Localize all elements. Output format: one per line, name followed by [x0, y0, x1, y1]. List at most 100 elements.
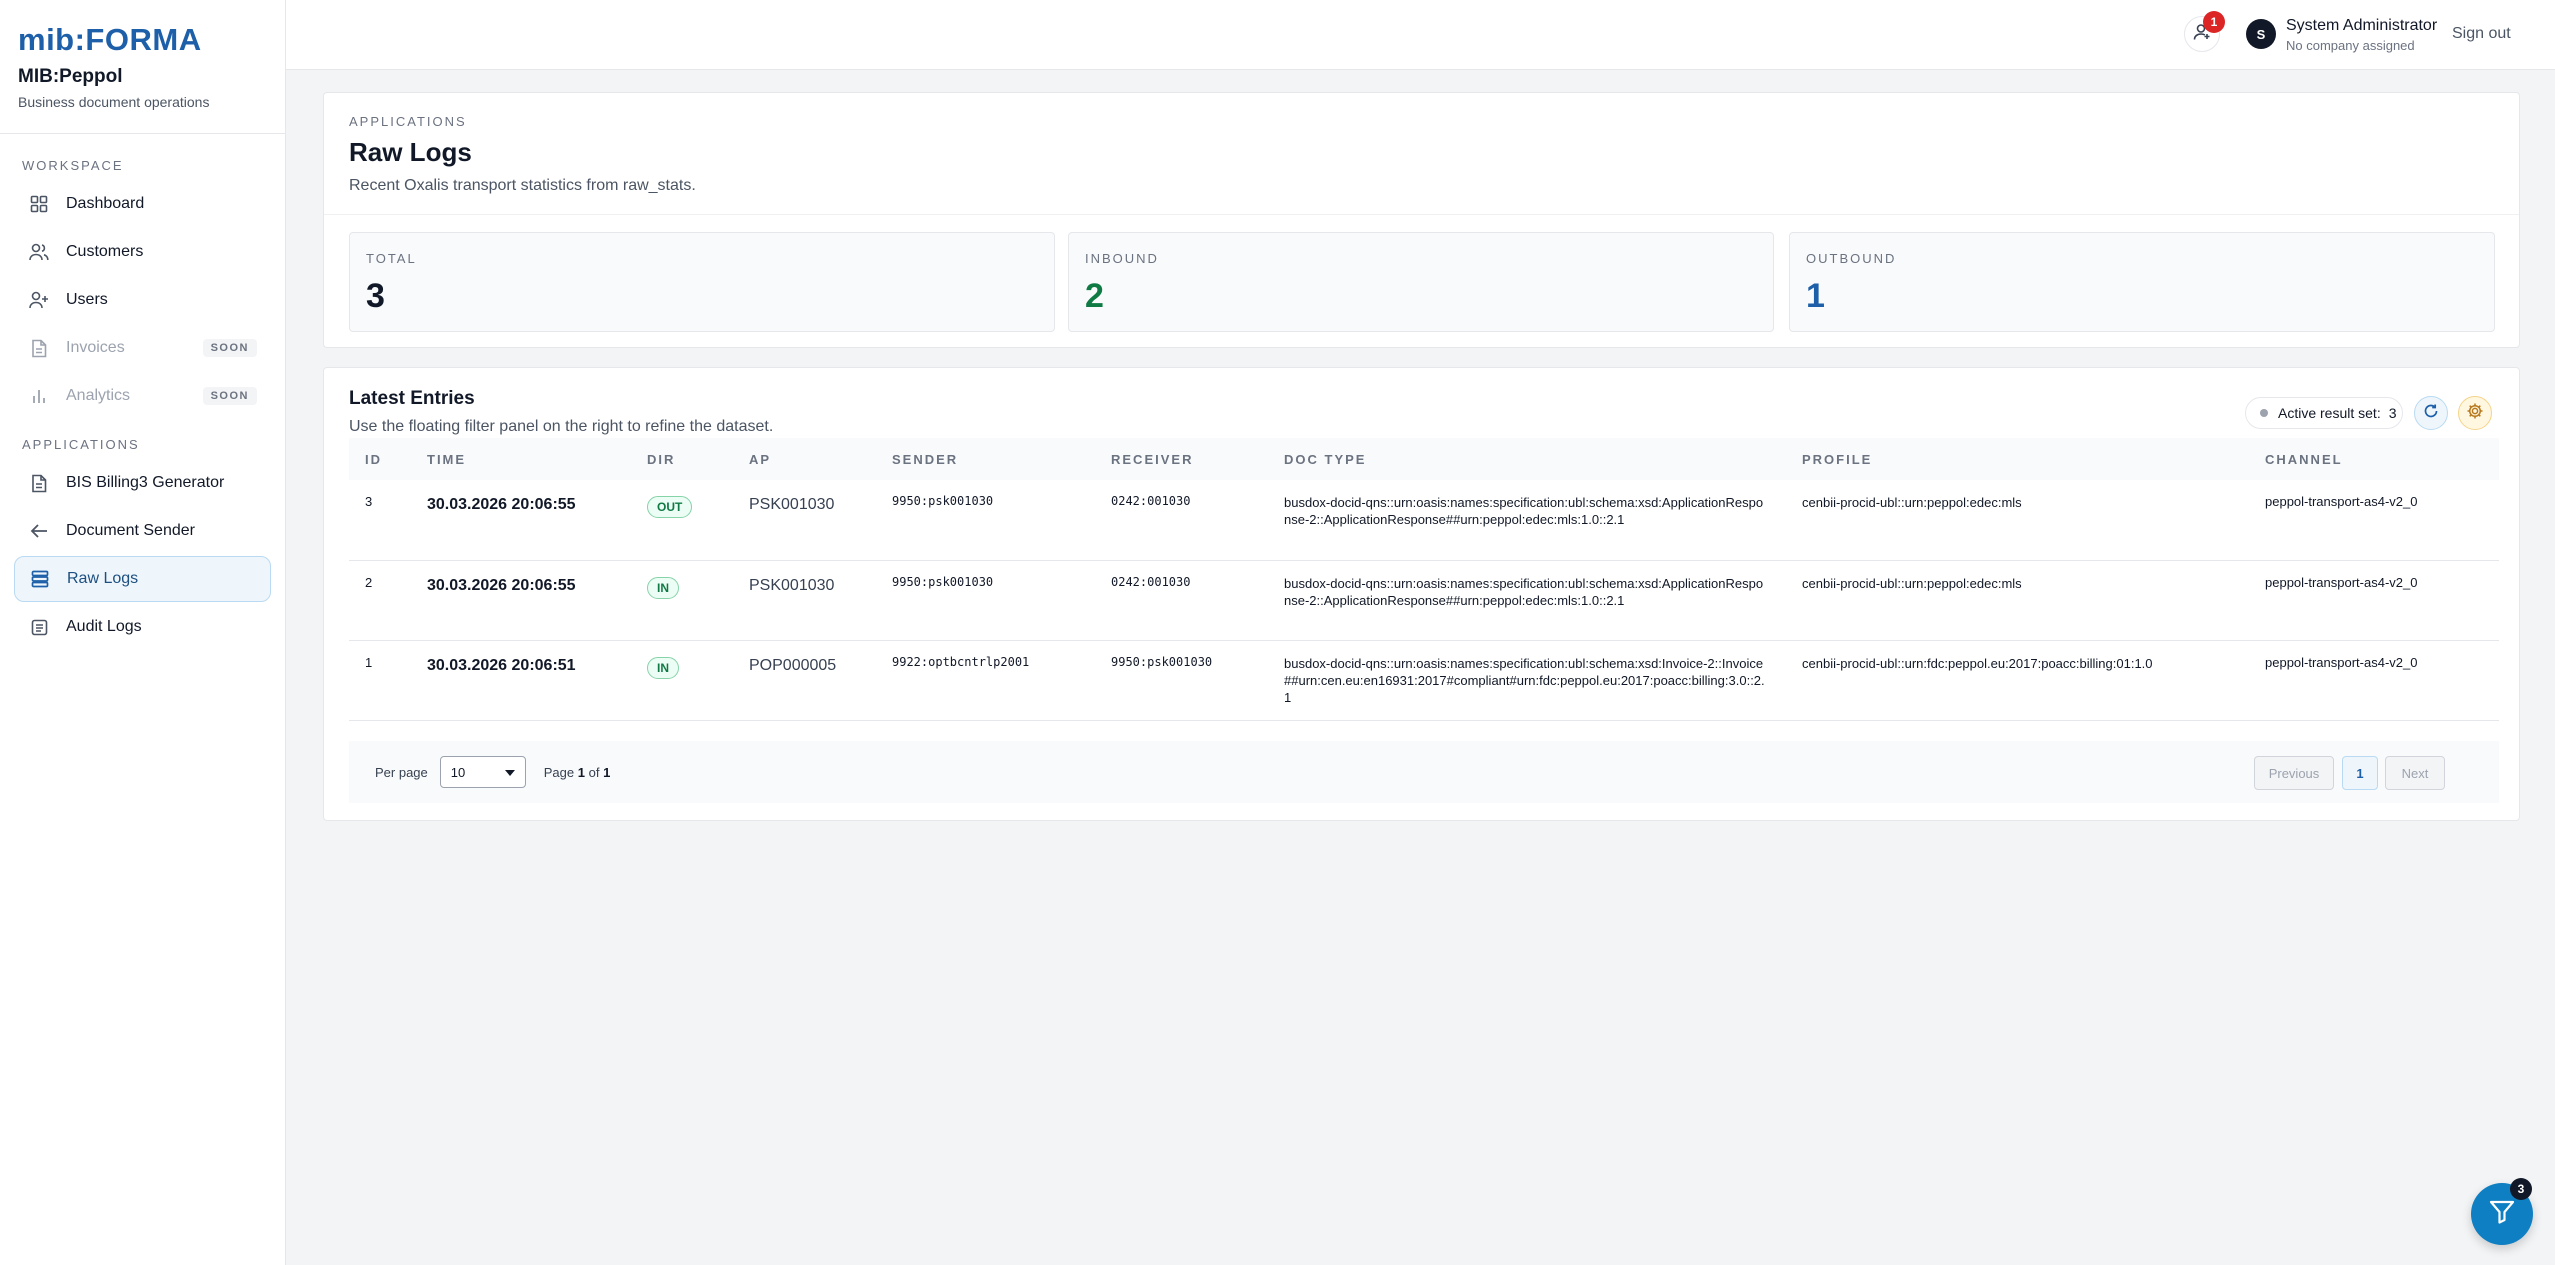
stat-outbound: OUTBOUND 1: [1789, 232, 2495, 332]
arrow-left-icon: [28, 520, 50, 542]
cell-channel: peppol-transport-as4-v2_0: [2249, 480, 2499, 561]
sidebar-item-label: Users: [66, 291, 108, 308]
summary-card: APPLICATIONS Raw Logs Recent Oxalis tran…: [323, 92, 2520, 348]
page-eyebrow: APPLICATIONS: [349, 114, 467, 129]
page-title: Raw Logs: [349, 137, 472, 167]
filter-icon: [2488, 1198, 2516, 1231]
next-page-button[interactable]: Next: [2385, 756, 2445, 790]
cell-doc-type: busdox-docid-qns::urn:oasis:names:specif…: [1268, 560, 1786, 641]
sign-out-link[interactable]: Sign out: [2452, 25, 2511, 43]
gear-icon: [2466, 402, 2484, 425]
bar-chart-icon: [28, 385, 50, 407]
cell-ap: PSK001030: [733, 480, 876, 561]
divider: [324, 214, 2519, 215]
stat-value: 2: [1085, 277, 1104, 315]
pagination-bar: Per page 10 Page 1 of 1 Previous 1 Next: [349, 741, 2499, 803]
result-count: 3: [2388, 405, 2397, 421]
section-title: Latest Entries: [349, 388, 475, 409]
column-header-ap[interactable]: AP: [733, 438, 876, 480]
cell-doc-type: busdox-docid-qns::urn:oasis:names:specif…: [1268, 480, 1786, 561]
list-icon: [28, 616, 50, 638]
cell-ap: POP000005: [733, 640, 876, 721]
brand-logo[interactable]: mib:FORMA: [18, 24, 267, 56]
entries-card: Latest Entries Use the floating filter p…: [323, 367, 2520, 821]
user-name: System Administrator: [2286, 17, 2438, 34]
notification-count-badge: 1: [2203, 11, 2225, 33]
column-header-time[interactable]: TIME: [411, 438, 631, 480]
sidebar-item-users[interactable]: Users: [14, 277, 271, 323]
top-bar: 1 S System Administrator No company assi…: [286, 0, 2555, 70]
sidebar-item-label: Document Sender: [66, 522, 195, 539]
settings-button[interactable]: [2458, 396, 2492, 430]
sidebar-item-invoices: Invoices SOON: [14, 325, 271, 371]
per-page-select[interactable]: 10: [439, 756, 526, 788]
column-header-channel[interactable]: CHANNEL: [2249, 438, 2499, 480]
page-word: Page: [543, 764, 575, 780]
sidebar-item-bis-billing3-generator[interactable]: BIS Billing3 Generator: [14, 460, 271, 506]
table-row[interactable]: 3 30.03.2026 20:06:55 OUT PSK001030 9950…: [349, 480, 2499, 561]
cell-dir: IN: [631, 640, 733, 721]
cell-time: 30.03.2026 20:06:55: [411, 560, 631, 641]
stat-total: TOTAL 3: [349, 232, 1055, 332]
stat-inbound: INBOUND 2: [1068, 232, 1774, 332]
sidebar-item-label: Invoices: [66, 339, 125, 356]
page-1-button[interactable]: 1: [2342, 756, 2378, 790]
result-label: Active result set:: [2278, 405, 2381, 421]
sidebar-item-dashboard[interactable]: Dashboard: [14, 181, 271, 227]
of-word: of: [588, 764, 600, 780]
direction-badge: IN: [647, 656, 679, 679]
direction-badge: IN: [647, 576, 679, 599]
nav-section-applications: APPLICATIONS: [22, 437, 140, 452]
stat-label: TOTAL: [366, 251, 417, 266]
sidebar-item-label: Customers: [66, 243, 144, 260]
column-header-sender[interactable]: SENDER: [876, 438, 1095, 480]
refresh-button[interactable]: [2414, 396, 2448, 430]
user-company: No company assigned: [2286, 38, 2415, 53]
app-subtitle: Business document operations: [18, 94, 210, 110]
cell-channel: peppol-transport-as4-v2_0: [2249, 640, 2499, 721]
sidebar-item-customers[interactable]: Customers: [14, 229, 271, 275]
column-header-dir[interactable]: DIR: [631, 438, 733, 480]
soon-badge: SOON: [202, 339, 257, 357]
sidebar-item-raw-logs[interactable]: Raw Logs: [14, 556, 271, 602]
sidebar-item-document-sender[interactable]: Document Sender: [14, 508, 271, 554]
nav-section-workspace: WORKSPACE: [22, 158, 124, 173]
chevron-down-icon: [504, 765, 515, 780]
previous-page-button[interactable]: Previous: [2254, 756, 2334, 790]
file-icon: [28, 472, 50, 494]
cell-profile: cenbii-procid-ubl::urn:peppol:edec:mls: [1786, 560, 2249, 641]
column-header-receiver[interactable]: RECEIVER: [1095, 438, 1268, 480]
sidebar: mib:FORMA MIB:Peppol Business document o…: [0, 0, 286, 1265]
avatar[interactable]: S: [2246, 19, 2276, 49]
cell-sender: 9950:psk001030: [876, 560, 1095, 641]
sidebar-item-label: BIS Billing3 Generator: [66, 474, 225, 491]
table-row[interactable]: 2 30.03.2026 20:06:55 IN PSK001030 9950:…: [349, 560, 2499, 641]
refresh-icon: [2423, 403, 2439, 424]
table-row[interactable]: 1 30.03.2026 20:06:51 IN POP000005 9922:…: [349, 640, 2499, 721]
file-icon: [28, 337, 50, 359]
page-subtitle: Recent Oxalis transport statistics from …: [349, 177, 696, 194]
per-page-value: 10: [450, 764, 466, 780]
per-page-label: Per page: [375, 764, 428, 780]
soon-badge: SOON: [202, 387, 257, 405]
sidebar-item-label: Audit Logs: [66, 618, 142, 635]
cell-time: 30.03.2026 20:06:55: [411, 480, 631, 561]
cell-receiver: 0242:001030: [1095, 480, 1268, 561]
status-dot-icon: [2260, 409, 2268, 417]
column-header-doc-type[interactable]: DOC TYPE: [1268, 438, 1786, 480]
stat-value: 1: [1806, 277, 1825, 315]
page-info: Page 1 of 1: [544, 765, 611, 780]
sidebar-item-label: Analytics: [66, 387, 131, 404]
cell-id: 2: [349, 560, 411, 641]
sidebar-item-audit-logs[interactable]: Audit Logs: [14, 604, 271, 650]
database-icon: [29, 568, 51, 590]
cell-ap: PSK001030: [733, 560, 876, 641]
total-pages: 1: [603, 764, 611, 780]
user-plus-icon: [28, 289, 50, 311]
column-header-id[interactable]: ID: [349, 438, 411, 480]
current-page: 1: [577, 764, 585, 780]
app-name: MIB:Peppol: [18, 66, 123, 87]
cell-time: 30.03.2026 20:06:51: [411, 640, 631, 721]
cell-receiver: 9950:psk001030: [1095, 640, 1268, 721]
column-header-profile[interactable]: PROFILE: [1786, 438, 2249, 480]
